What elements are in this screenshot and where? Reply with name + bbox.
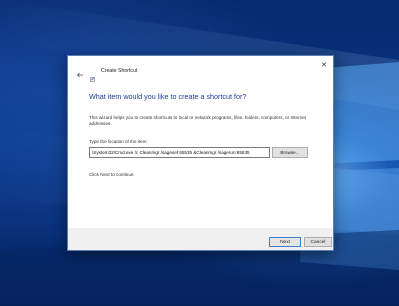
location-label: Type the location of the item: — [89, 139, 148, 144]
browse-button[interactable]: Browse... — [272, 147, 308, 158]
next-button[interactable]: Next — [269, 237, 301, 247]
shortcut-wizard-icon — [90, 69, 96, 82]
back-arrow-icon[interactable] — [76, 66, 84, 78]
location-input[interactable] — [89, 147, 270, 158]
wizard-description: This wizard helps you to create shortcut… — [89, 115, 307, 127]
page-heading: What item would you like to create a sho… — [89, 92, 247, 101]
next-hint: Click Next to continue. — [89, 172, 135, 177]
create-shortcut-dialog: Create Shortcut ✕ What item would you li… — [67, 55, 334, 251]
cancel-button[interactable]: Cancel — [304, 237, 332, 247]
dialog-title: Create Shortcut — [101, 68, 138, 74]
close-icon[interactable]: ✕ — [321, 62, 327, 69]
